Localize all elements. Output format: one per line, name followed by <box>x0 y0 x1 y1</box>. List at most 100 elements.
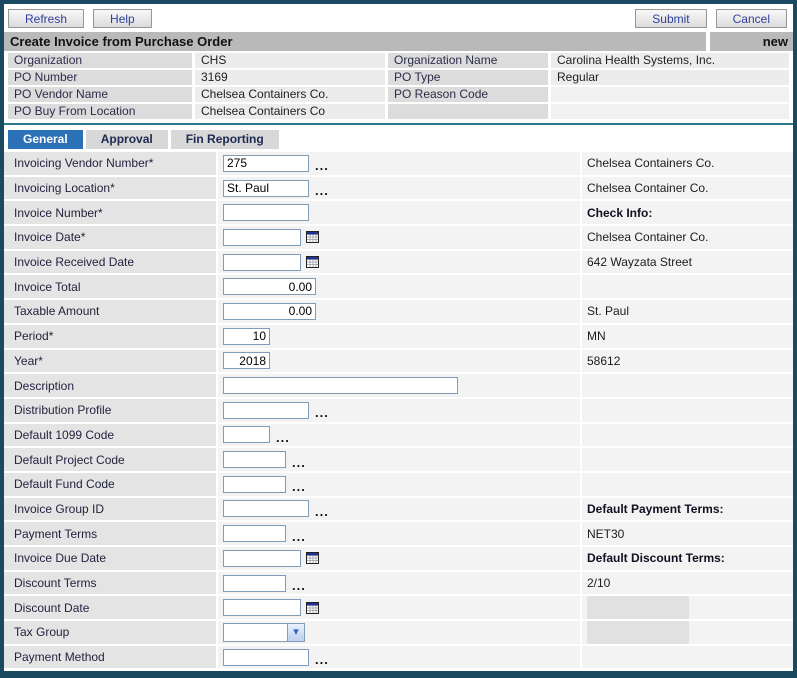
calendar-icon[interactable] <box>306 552 319 564</box>
po-header-info: Organization CHS Organization Name Carol… <box>8 53 789 119</box>
form-row: Payment Terms ... NET30 <box>4 522 793 545</box>
discount-date-input[interactable] <box>223 599 301 616</box>
field-label-taxable-amount: Taxable Amount <box>4 300 216 323</box>
tax-group-select[interactable]: ▾ <box>223 623 305 642</box>
field-label-discount-terms: Discount Terms <box>4 572 216 595</box>
field-label-year: Year* <box>4 350 216 373</box>
header-label-organization-name: Organization Name <box>388 53 548 68</box>
field-label-invoicing-location: Invoicing Location* <box>4 177 216 200</box>
lookup-icon[interactable]: ... <box>292 452 306 468</box>
form-row: Invoice Total <box>4 275 793 298</box>
default-1099-code-input[interactable] <box>223 426 270 443</box>
section-divider <box>4 123 793 125</box>
invoice-number-input[interactable] <box>223 204 309 221</box>
field-label-default-fund-code: Default Fund Code <box>4 473 216 496</box>
form-row: Default Project Code ... <box>4 448 793 471</box>
form-row: Year* 58612 <box>4 350 793 373</box>
taxable-amount-input[interactable] <box>223 303 316 320</box>
lookup-icon[interactable]: ... <box>315 649 329 665</box>
field-info <box>580 646 793 669</box>
check-address-text: 642 Wayzata Street <box>580 251 793 274</box>
field-label-default-project-code: Default Project Code <box>4 448 216 471</box>
field-info <box>580 424 793 447</box>
page-title: Create Invoice from Purchase Order <box>4 32 706 51</box>
invoice-date-input[interactable] <box>223 229 301 246</box>
field-label-payment-terms: Payment Terms <box>4 522 216 545</box>
payment-terms-input[interactable] <box>223 525 286 542</box>
field-label-distribution-profile: Distribution Profile <box>4 399 216 422</box>
tab-approval[interactable]: Approval <box>86 130 168 149</box>
form-row: Discount Date <box>4 596 793 619</box>
default-project-code-input[interactable] <box>223 451 286 468</box>
invoice-received-date-input[interactable] <box>223 254 301 271</box>
header-label-organization: Organization <box>8 53 192 68</box>
check-info-heading: Check Info: <box>580 201 793 224</box>
title-bar: Create Invoice from Purchase Order new <box>4 32 793 51</box>
field-label-invoice-number: Invoice Number* <box>4 201 216 224</box>
header-value-po-type: Regular <box>551 70 789 85</box>
default-fund-code-input[interactable] <box>223 476 286 493</box>
refresh-button[interactable]: Refresh <box>8 9 84 28</box>
field-label-invoice-date: Invoice Date* <box>4 226 216 249</box>
tab-general[interactable]: General <box>8 130 83 149</box>
field-info <box>580 399 793 422</box>
empty-info-cell <box>587 621 689 644</box>
invoicing-location-input[interactable] <box>223 180 309 197</box>
field-label-default-1099-code: Default 1099 Code <box>4 424 216 447</box>
default-discount-terms-value: 2/10 <box>580 572 793 595</box>
lookup-icon[interactable]: ... <box>292 575 306 591</box>
lookup-icon[interactable]: ... <box>315 501 329 517</box>
field-label-invoice-received-date: Invoice Received Date <box>4 251 216 274</box>
lookup-icon[interactable]: ... <box>315 155 329 171</box>
general-tab-form: Invoicing Vendor Number* ... Chelsea Con… <box>4 152 793 668</box>
form-row: Default 1099 Code ... <box>4 424 793 447</box>
field-label-period: Period* <box>4 325 216 348</box>
empty-info-cell <box>587 596 689 619</box>
field-label-invoice-due-date: Invoice Due Date <box>4 547 216 570</box>
year-input[interactable] <box>223 352 270 369</box>
lookup-icon[interactable]: ... <box>292 476 306 492</box>
help-button[interactable]: Help <box>93 9 152 28</box>
field-info <box>580 374 793 397</box>
field-info <box>580 473 793 496</box>
field-label-payment-method: Payment Method <box>4 646 216 669</box>
form-row: Invoice Due Date Default Discount Terms: <box>4 547 793 570</box>
calendar-icon[interactable] <box>306 256 319 268</box>
lookup-icon[interactable]: ... <box>315 402 329 418</box>
payment-method-input[interactable] <box>223 649 309 666</box>
submit-button[interactable]: Submit <box>635 9 706 28</box>
form-row: Invoice Number* Check Info: <box>4 201 793 224</box>
form-row: Payment Method ... <box>4 646 793 669</box>
form-row: Tax Group ▾ <box>4 621 793 644</box>
header-label-empty <box>388 104 548 119</box>
lookup-icon[interactable]: ... <box>276 427 290 443</box>
invoice-due-date-input[interactable] <box>223 550 301 567</box>
form-row: Period* MN <box>4 325 793 348</box>
cancel-button[interactable]: Cancel <box>716 9 787 28</box>
default-discount-terms-heading: Default Discount Terms: <box>580 547 793 570</box>
calendar-icon[interactable] <box>306 231 319 243</box>
vendor-info-text: Chelsea Containers Co. <box>580 152 793 175</box>
check-city-text: St. Paul <box>580 300 793 323</box>
distribution-profile-input[interactable] <box>223 402 309 419</box>
invoice-group-id-input[interactable] <box>223 500 309 517</box>
header-value-empty <box>551 104 789 119</box>
check-zip-text: 58612 <box>580 350 793 373</box>
chevron-down-icon[interactable]: ▾ <box>287 624 304 641</box>
tab-fin-reporting[interactable]: Fin Reporting <box>171 130 279 149</box>
record-status-badge: new <box>710 32 793 51</box>
description-input[interactable] <box>223 377 458 394</box>
form-row: Discount Terms ... 2/10 <box>4 572 793 595</box>
field-label-tax-group: Tax Group <box>4 621 216 644</box>
lookup-icon[interactable]: ... <box>315 180 329 196</box>
lookup-icon[interactable]: ... <box>292 526 306 542</box>
calendar-icon[interactable] <box>306 602 319 614</box>
check-name-text: Chelsea Container Co. <box>580 226 793 249</box>
field-label-description: Description <box>4 374 216 397</box>
invoicing-vendor-number-input[interactable] <box>223 155 309 172</box>
form-row: Taxable Amount St. Paul <box>4 300 793 323</box>
invoice-total-input[interactable] <box>223 278 316 295</box>
period-input[interactable] <box>223 328 270 345</box>
discount-terms-input[interactable] <box>223 575 286 592</box>
form-row: Invoicing Vendor Number* ... Chelsea Con… <box>4 152 793 175</box>
